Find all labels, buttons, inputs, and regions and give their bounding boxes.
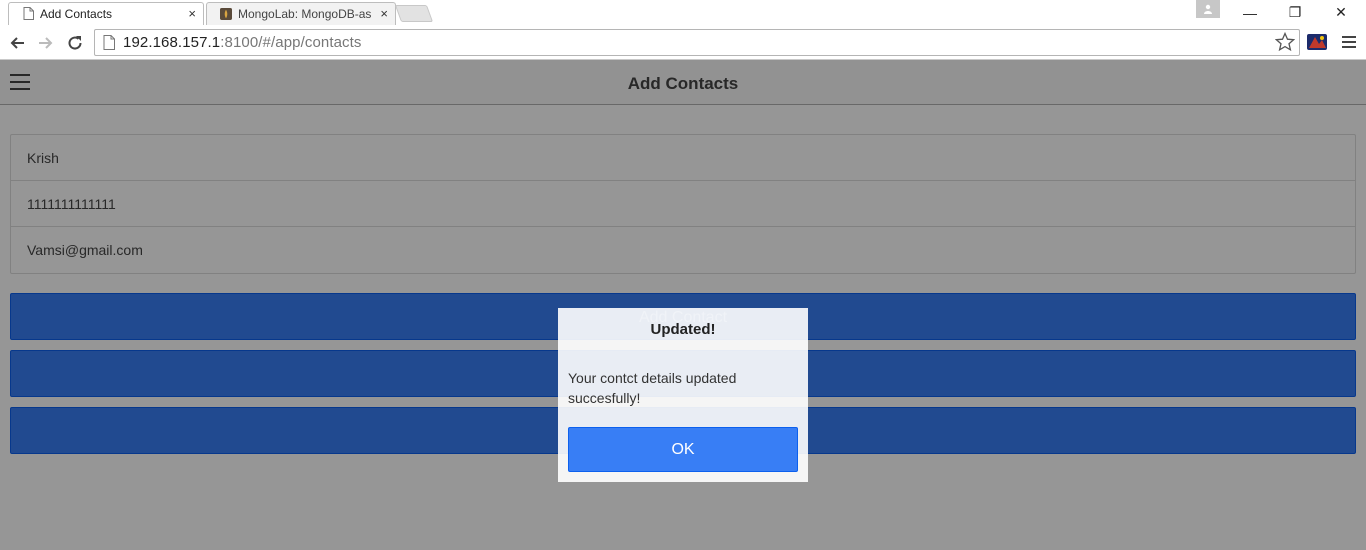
- extension-icon[interactable]: [1306, 32, 1328, 52]
- tab-title: MongoLab: MongoDB-as: [238, 6, 372, 21]
- mongolab-favicon: [220, 7, 232, 21]
- url-host: 192.168.157.1: [123, 34, 221, 51]
- profile-icon[interactable]: [1196, 0, 1220, 18]
- tab-add-contacts[interactable]: Add Contacts ×: [8, 2, 204, 25]
- reload-icon[interactable]: [65, 33, 85, 53]
- ok-button[interactable]: OK: [568, 427, 798, 472]
- updated-popup: Add Contact Updated! Your contct details…: [558, 308, 808, 482]
- restore-button[interactable]: ❐: [1272, 0, 1318, 25]
- url-text: 192.168.157.1:8100/#/app/contacts: [123, 34, 362, 51]
- address-bar[interactable]: 192.168.157.1:8100/#/app/contacts: [94, 29, 1300, 56]
- tab-title: Add Contacts: [40, 6, 113, 21]
- bookmark-star-icon[interactable]: [1274, 31, 1296, 57]
- new-tab-button[interactable]: [394, 5, 434, 22]
- forward-arrow-icon[interactable]: [36, 33, 56, 53]
- browser-toolbar: 192.168.157.1:8100/#/app/contacts: [0, 25, 1366, 60]
- page-icon: [22, 7, 34, 21]
- close-tab-icon[interactable]: ×: [188, 6, 196, 21]
- chrome-menu-icon[interactable]: [1342, 35, 1356, 54]
- minimize-button[interactable]: —: [1227, 0, 1273, 25]
- close-window-button[interactable]: ✕: [1318, 0, 1364, 25]
- back-arrow-icon[interactable]: [7, 33, 27, 53]
- close-tab-icon[interactable]: ×: [380, 6, 388, 21]
- popup-header: Updated!: [558, 308, 808, 350]
- url-path: :8100/#/app/contacts: [220, 34, 362, 51]
- popup-title: Updated!: [650, 320, 716, 338]
- page-icon: [103, 35, 115, 50]
- tab-mongolab[interactable]: MongoLab: MongoDB-as ×: [206, 2, 396, 25]
- browser-tab-strip: Add Contacts × MongoLab: MongoDB-as × — …: [0, 0, 1366, 25]
- popup-message: Your contct details updated succesfully!: [568, 370, 737, 406]
